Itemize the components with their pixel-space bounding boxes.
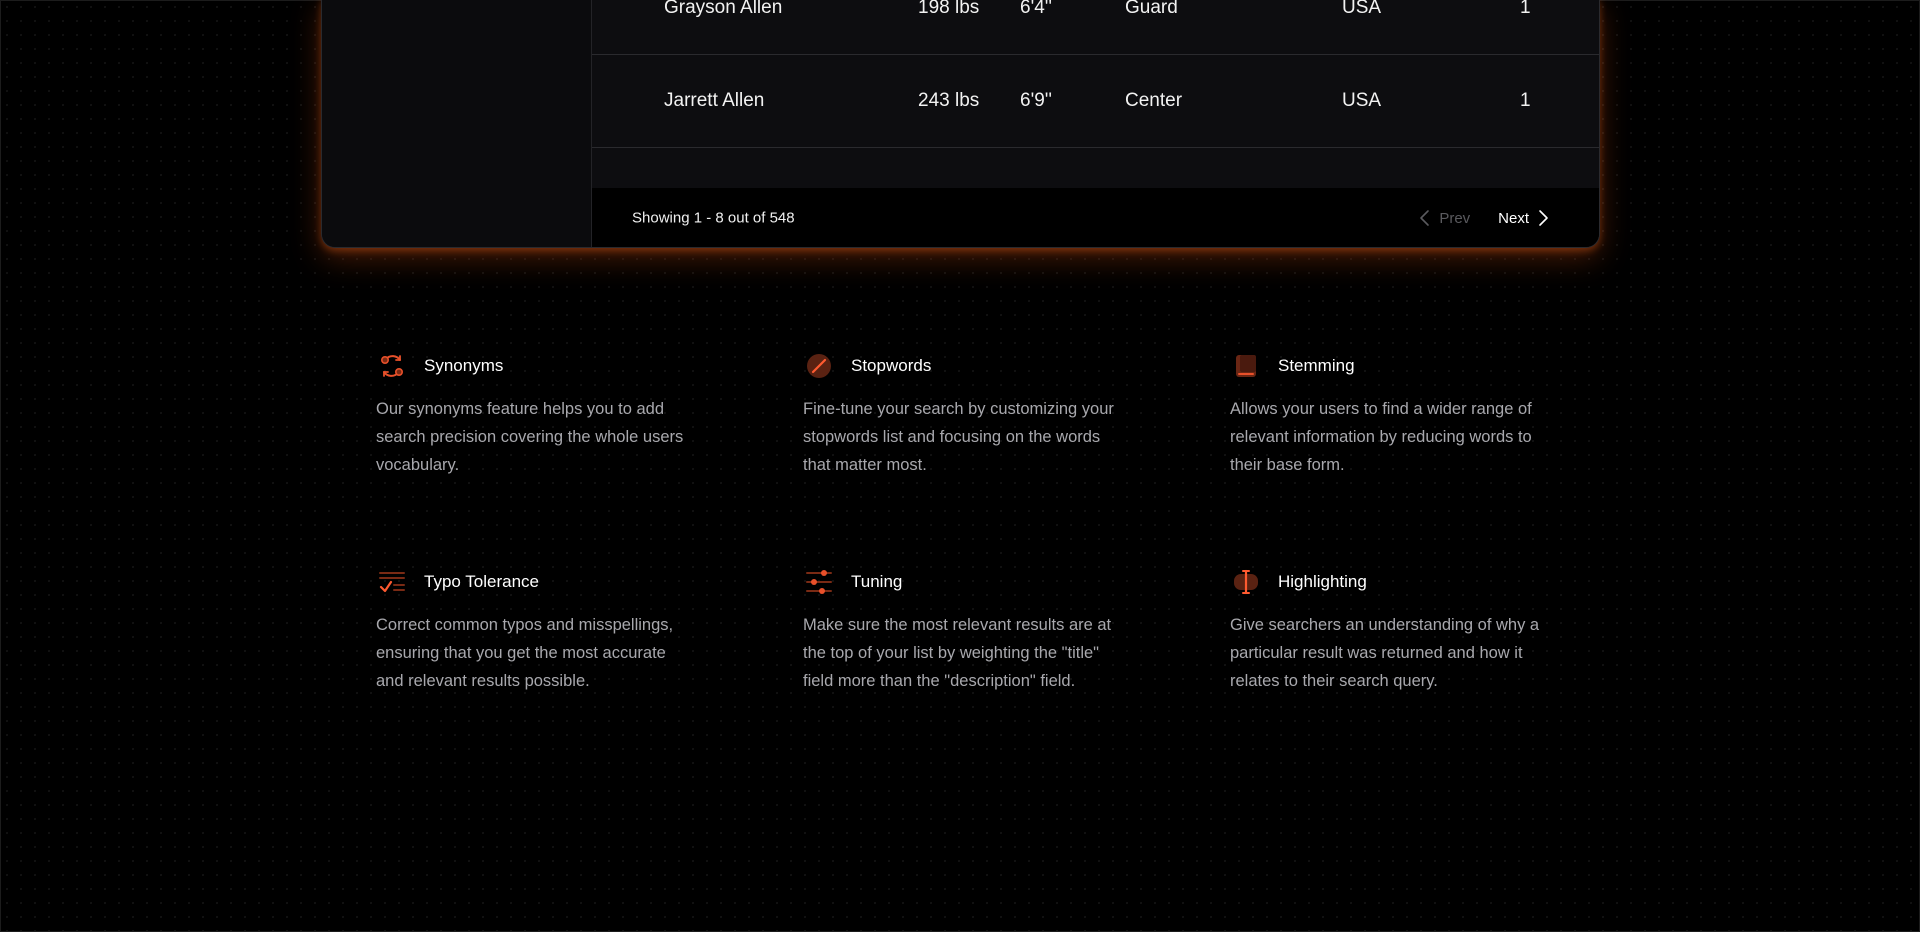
feature-description: Allows your users to find a wider range …: [1230, 400, 1532, 474]
feature-description: Give searchers an understanding of why a…: [1230, 616, 1540, 690]
feature-stopwords: Stopwords Fine-tune your search by custo…: [803, 350, 1133, 479]
feature-synonyms: Synonyms Our synonyms feature helps you …: [376, 350, 706, 479]
player-height: 6'4'': [1020, 0, 1053, 18]
next-page-button[interactable]: Next: [1498, 209, 1549, 227]
feature-description: Our synonyms feature helps you to add se…: [376, 400, 684, 474]
feature-title: Synonyms: [424, 356, 504, 375]
feature-title: Tuning: [851, 572, 903, 591]
player-weight: 198 lbs: [918, 0, 980, 18]
highlighting-icon: [1230, 566, 1262, 598]
feature-description: Correct common typos and misspellings, e…: [376, 616, 674, 690]
filters-sidebar: [322, 0, 592, 247]
stemming-icon: [1230, 350, 1262, 382]
results-count: Showing 1 - 8 out of 548: [632, 209, 795, 227]
synonyms-icon: [376, 350, 408, 382]
player-height: 6'9'': [1020, 90, 1053, 111]
chevron-right-icon: [1539, 210, 1548, 226]
player-name: Jarrett Allen: [664, 90, 765, 111]
feature-title: Typo Tolerance: [424, 572, 539, 591]
next-page-label: Next: [1498, 209, 1529, 227]
player-nationality: USA: [1342, 0, 1382, 18]
tuning-icon: [803, 566, 835, 598]
typo-tolerance-icon: [376, 566, 408, 598]
player-position: Guard: [1125, 0, 1178, 18]
chevron-left-icon: [1420, 210, 1430, 226]
feature-title: Stopwords: [851, 356, 932, 375]
player-position: Center: [1125, 90, 1183, 111]
feature-typo-tolerance: Typo Tolerance Correct common typos and …: [376, 566, 706, 695]
player-nationality: USA: [1342, 90, 1382, 111]
player-number: 1: [1520, 90, 1531, 111]
feature-stemming: Stemming Allows your users to find a wid…: [1230, 350, 1560, 479]
feature-highlighting: Highlighting Give searchers an understan…: [1230, 566, 1560, 695]
feature-title: Stemming: [1278, 356, 1355, 375]
table-row[interactable]: Jarrett Allen 243 lbs 6'9'' Center USA 1: [592, 55, 1599, 148]
pagination-bar: Showing 1 - 8 out of 548 Prev Next: [592, 188, 1599, 247]
feature-title: Highlighting: [1278, 572, 1367, 591]
table-row[interactable]: Grayson Allen 198 lbs 6'4'' Guard USA 1: [592, 0, 1599, 55]
player-number: 1: [1520, 0, 1531, 18]
results-table: Grayson Allen 198 lbs 6'4'' Guard USA 1 …: [592, 0, 1599, 247]
feature-tuning: Tuning Make sure the most relevant resul…: [803, 566, 1133, 695]
prev-page-button[interactable]: Prev: [1419, 209, 1470, 227]
player-weight: 243 lbs: [918, 90, 980, 111]
feature-description: Fine-tune your search by customizing you…: [803, 400, 1114, 474]
feature-description: Make sure the most relevant results are …: [803, 616, 1112, 690]
stopwords-icon: [803, 350, 835, 382]
player-name: Grayson Allen: [664, 0, 783, 18]
prev-page-label: Prev: [1439, 209, 1471, 227]
pagination: Prev Next: [1419, 209, 1549, 227]
results-panel: Grayson Allen 198 lbs 6'4'' Guard USA 1 …: [321, 0, 1600, 248]
